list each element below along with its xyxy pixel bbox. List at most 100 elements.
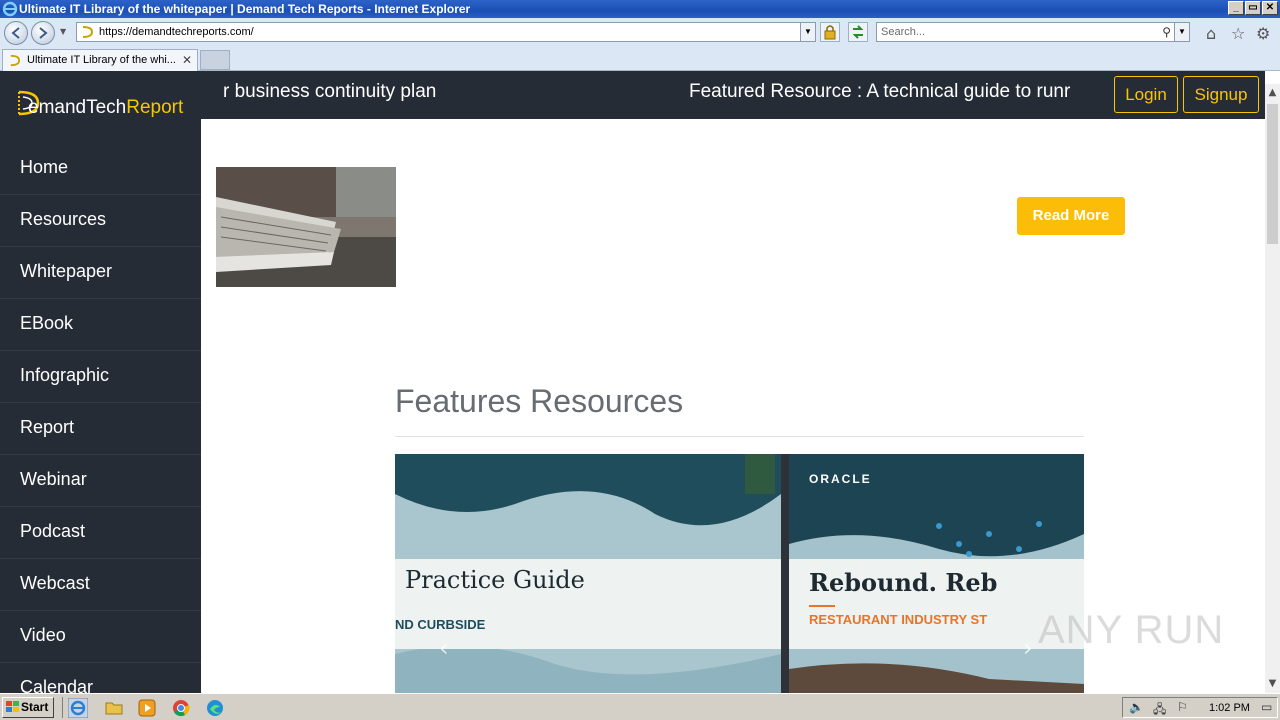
ie-logo-icon: [2, 1, 18, 17]
windows-flag-icon: [6, 701, 19, 712]
accent-rule: [809, 605, 835, 607]
home-icon[interactable]: ⌂: [1206, 24, 1216, 43]
back-arrow-icon: [11, 27, 20, 39]
edge-icon[interactable]: [205, 698, 225, 718]
tab-active[interactable]: Ultimate IT Library of the whi... ✕: [2, 49, 198, 71]
forward-button[interactable]: [31, 21, 55, 45]
ticker-text[interactable]: r business continuity plan: [223, 81, 436, 103]
taskbar: Start 🔈 🖧 ⚐ 1:02 PM ▭: [0, 693, 1280, 720]
address-bar[interactable]: https://demandtechreports.com/ ▼: [76, 22, 816, 42]
sidebar-item-resources[interactable]: Resources: [0, 195, 201, 247]
sidebar-item-label: EBook: [20, 313, 74, 333]
scroll-down-icon[interactable]: ▼: [1265, 675, 1280, 693]
tab-label: Ultimate IT Library of the whi...: [27, 54, 176, 66]
gear-icon[interactable]: ⚙: [1256, 24, 1270, 43]
chrome-icon[interactable]: [171, 698, 191, 718]
media-player-icon[interactable]: [137, 698, 157, 718]
divider: [395, 436, 1084, 437]
sidebar-item-report[interactable]: Report: [0, 403, 201, 455]
sidebar-item-webcast[interactable]: Webcast: [0, 559, 201, 611]
sidebar-item-label: Podcast: [20, 521, 86, 541]
signup-button[interactable]: Signup: [1183, 76, 1259, 113]
sidebar-item-ebook[interactable]: EBook: [0, 299, 201, 351]
carousel-next-icon[interactable]: ›: [1023, 634, 1033, 662]
card-subtitle: ND CURBSIDE: [395, 617, 486, 632]
read-more-button[interactable]: Read More: [1017, 197, 1125, 235]
card-title: Practice Guide: [405, 566, 585, 594]
card-gap: [781, 454, 789, 693]
features-carousel[interactable]: Practice Guide ND CURBSIDE ORACLE Reboun…: [395, 454, 1084, 693]
new-tab-button[interactable]: [200, 50, 230, 70]
scroll-up-icon[interactable]: ▲: [1265, 84, 1280, 102]
card-subtitle: RESTAURANT INDUSTRY ST: [809, 612, 988, 627]
sidebar-item-calendar[interactable]: Calendar: [0, 663, 201, 693]
search-icon[interactable]: ⚲: [1162, 25, 1171, 39]
featured-ticker-text[interactable]: Featured Resource : A technical guide to…: [689, 81, 1070, 103]
minimize-button[interactable]: _: [1228, 1, 1244, 15]
lock-icon[interactable]: [820, 22, 840, 42]
sidebar-item-whitepaper[interactable]: Whitepaper: [0, 247, 201, 299]
show-desktop-icon[interactable]: ▭: [1261, 700, 1272, 714]
tab-strip: Ultimate IT Library of the whi... ✕: [0, 48, 1280, 71]
features-heading: Features Resources: [395, 383, 684, 419]
search-dropdown-icon[interactable]: ▼: [1174, 23, 1189, 41]
favorites-star-icon[interactable]: ☆: [1231, 24, 1245, 43]
carousel-card[interactable]: Practice Guide ND CURBSIDE: [395, 454, 781, 693]
taskbar-divider: [62, 697, 63, 718]
oracle-logo: ORACLE: [809, 472, 872, 486]
restore-button[interactable]: ▭: [1245, 1, 1261, 15]
sidebar-item-label: Calendar: [20, 677, 94, 693]
anyrun-watermark: ANY RUN: [1038, 608, 1225, 652]
folder-icon[interactable]: [104, 698, 124, 718]
site-header: r business continuity plan Featured Reso…: [201, 71, 1265, 119]
sidebar-item-label: Infographic: [20, 365, 110, 385]
sidebar-item-label: Webcast: [20, 573, 90, 593]
site-favicon-icon: [82, 26, 94, 38]
sidebar-item-infographic[interactable]: Infographic: [0, 351, 201, 403]
history-dropdown-icon[interactable]: ▼: [60, 27, 66, 36]
start-label: Start: [21, 700, 49, 714]
search-box[interactable]: Search... ⚲ ▼: [876, 22, 1190, 42]
sidebar-item-video[interactable]: Video: [0, 611, 201, 663]
window-titlebar: Ultimate IT Library of the whitepaper | …: [0, 0, 1280, 18]
ticker-clip: Featured Resource : A technical guide to…: [689, 71, 1085, 119]
site-sidebar: emandTechReport Home Resources Whitepape…: [0, 71, 201, 693]
main-content: Read More Features Resources Practice Gu…: [201, 119, 1265, 693]
close-window-button[interactable]: ✕: [1262, 1, 1278, 15]
sidebar-item-label: Whitepaper: [20, 261, 113, 281]
newspaper-image: [216, 167, 396, 287]
network-icon[interactable]: 🖧: [1153, 700, 1166, 720]
action-center-flag-icon[interactable]: ⚐: [1177, 700, 1188, 714]
carousel-card[interactable]: ORACLE Rebound. Reb RESTAURANT INDUSTRY …: [789, 454, 1084, 693]
brand-text-accent: Report: [126, 97, 184, 118]
clock[interactable]: 1:02 PM: [1209, 702, 1250, 714]
window-title: Ultimate IT Library of the whitepaper | …: [19, 2, 471, 16]
system-tray: 🔈 🖧 ⚐ 1:02 PM ▭: [1122, 697, 1278, 718]
sidebar-item-home[interactable]: Home: [0, 143, 201, 195]
tab-close-icon[interactable]: ✕: [182, 53, 192, 67]
sidebar-item-label: Resources: [20, 209, 107, 229]
brand-text: emandTech: [28, 97, 127, 118]
search-input[interactable]: Search...: [881, 26, 925, 38]
carousel-prev-icon[interactable]: ‹: [439, 634, 449, 662]
sidebar-item-podcast[interactable]: Podcast: [0, 507, 201, 559]
refresh-icon[interactable]: [848, 22, 868, 42]
ie-taskbar-icon[interactable]: [68, 698, 88, 718]
sidebar-item-label: Video: [20, 625, 66, 645]
tab-favicon-icon: [10, 54, 21, 67]
page-scrollbar[interactable]: ▲ ▼: [1265, 84, 1280, 693]
login-button[interactable]: Login: [1114, 76, 1178, 113]
sidebar-item-label: Report: [20, 417, 75, 437]
newspaper-thumbnail[interactable]: [216, 167, 396, 287]
card-title: Rebound. Reb: [809, 568, 998, 597]
volume-icon[interactable]: 🔈: [1129, 700, 1144, 714]
address-dropdown-icon[interactable]: ▼: [800, 23, 815, 41]
forward-arrow-icon: [39, 27, 48, 39]
sidebar-item-label: Webinar: [20, 469, 87, 489]
back-button[interactable]: [4, 21, 28, 45]
sidebar-item-webinar[interactable]: Webinar: [0, 455, 201, 507]
address-url[interactable]: https://demandtechreports.com/: [99, 26, 254, 38]
scroll-thumb[interactable]: [1267, 104, 1278, 244]
start-button[interactable]: Start: [2, 697, 54, 718]
browser-address-row: ▼ https://demandtechreports.com/ ▼ Searc…: [0, 18, 1280, 48]
